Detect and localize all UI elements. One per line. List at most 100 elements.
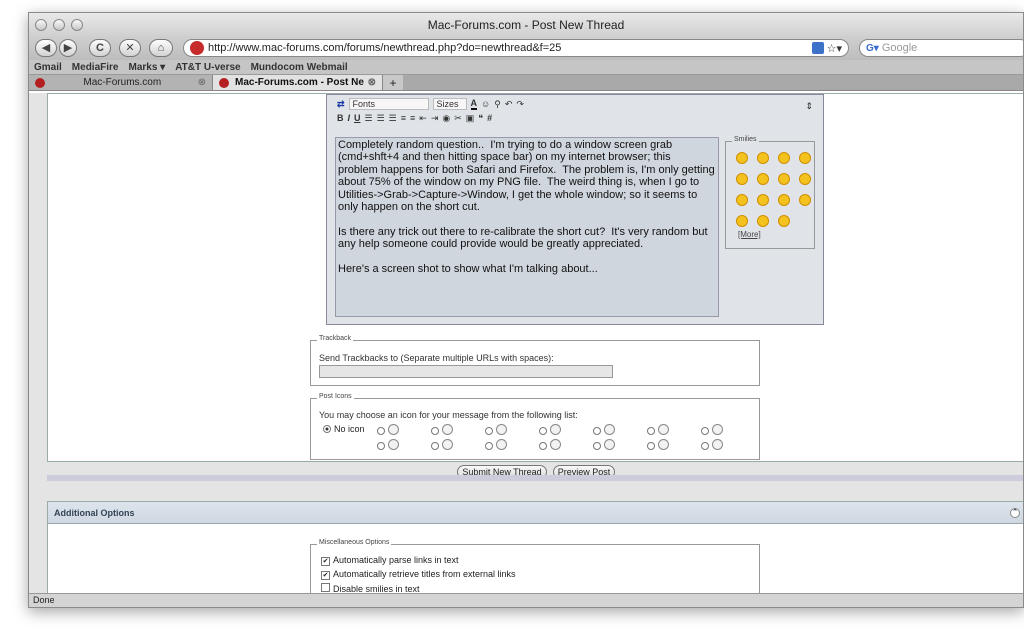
cool-icon[interactable] [778,173,790,185]
mad-icon[interactable] [736,173,748,185]
post-icon-option[interactable] [377,424,399,437]
bookmark-marks[interactable]: Marks ▾ [128,60,165,74]
option-retrieve-titles[interactable]: ✔ Automatically retrieve titles from exte… [321,569,516,580]
bookmark-mundocom-webmail[interactable]: Mundocom Webmail [251,60,348,74]
bookmark-gmail[interactable]: Gmail [34,60,62,74]
post-icon-option[interactable] [593,439,615,452]
indent-icon[interactable]: ⇥ [431,113,439,124]
post-icon-option[interactable] [485,424,507,437]
tab-title: Mac-Forums.com [83,76,162,88]
frown-icon[interactable] [799,152,811,164]
insert-image-icon[interactable]: ▣ [466,113,475,124]
tab-mac-forums[interactable]: Mac-Forums.com ⊗ [29,75,213,90]
confused-icon[interactable] [757,194,769,206]
biggrin-icon[interactable] [778,152,790,164]
document-icon [388,424,399,435]
redface-icon[interactable] [778,194,790,206]
minimize-window-button[interactable] [53,19,65,31]
remove-link-icon[interactable]: ✂ [454,113,462,124]
more-smilies-link[interactable]: [More] [738,230,761,239]
tab-close-icon[interactable]: ⊗ [368,75,376,91]
retrieve-titles-checkbox[interactable]: ✔ [321,571,330,580]
font-select[interactable]: Fonts [348,98,429,110]
address-bar[interactable]: http://www.mac-forums.com/forums/newthre… [183,39,849,57]
post-icon-option[interactable] [539,424,561,437]
smilie-icon[interactable] [799,194,811,206]
post-icon-option[interactable] [377,439,399,452]
text-color-icon[interactable]: A [470,98,478,110]
stop-button[interactable]: ✕ [119,39,141,57]
insert-quote-icon[interactable]: ❝ [478,113,483,124]
align-right-icon[interactable]: ☰ [389,113,397,124]
window-title: Mac-Forums.com - Post New Thread [427,18,625,32]
search-box[interactable]: G▾ Google [859,39,1023,57]
underline-button[interactable]: U [354,113,361,123]
option-parse-links[interactable]: ✔ Automatically parse links in text [321,555,459,566]
eek-icon[interactable] [736,194,748,206]
bookmark-att-uverse[interactable]: AT&T U-verse [175,60,240,74]
parse-links-checkbox[interactable]: ✔ [321,557,330,566]
italic-button[interactable]: I [348,113,351,123]
align-left-icon[interactable]: ☰ [365,113,373,124]
section-divider [47,475,1023,481]
home-button[interactable]: ⌂ [149,39,173,57]
smile-icon[interactable] [736,152,748,164]
laugh-icon[interactable] [736,215,748,227]
insert-smilie-icon[interactable]: ☺ [481,99,490,109]
zoom-window-button[interactable] [71,19,83,31]
post-icon-option[interactable] [593,424,615,437]
search-engine-icon[interactable]: G▾ [866,43,879,54]
shocked-icon[interactable] [757,215,769,227]
smile-face-icon [496,424,507,435]
size-select[interactable]: Sizes [432,98,467,110]
new-tab-button[interactable]: + [383,75,403,90]
disable-smilies-checkbox[interactable] [321,583,330,592]
rolleyes-icon[interactable] [799,173,811,185]
post-icons-fieldset: Post Icons You may choose an icon for yo… [310,393,760,460]
redo-icon[interactable]: ↷ [516,99,524,110]
no-icon-option[interactable]: No icon [323,424,365,434]
ordered-list-icon[interactable]: ≡ [401,113,406,123]
attachment-icon[interactable]: ⚲ [494,99,501,110]
post-icon-option[interactable] [647,424,669,437]
resize-editor-icon[interactable]: ⇕ [805,101,813,112]
window-controls [35,19,83,31]
post-icon-option[interactable] [431,439,453,452]
option-disable-smilies[interactable]: Disable smilies in text [321,583,420,593]
search-input[interactable]: Google [882,42,917,54]
bookmark-mediafire[interactable]: MediaFire [72,60,119,74]
bookmark-star-icon[interactable]: ☆▾ [827,42,842,55]
url-text[interactable]: http://www.mac-forums.com/forums/newthre… [208,42,812,54]
insert-link-icon[interactable]: ◉ [442,113,450,124]
sad-icon[interactable] [778,215,790,227]
rss-feed-icon[interactable] [811,42,824,54]
message-textarea[interactable]: Completely random question.. I'm trying … [335,137,719,317]
trackback-input[interactable] [319,365,613,378]
forward-button[interactable]: ▶ [59,39,77,57]
wrap-code-icon[interactable]: # [487,113,492,123]
bold-button[interactable]: B [337,113,344,123]
collapse-icon[interactable]: ⌃ [1010,508,1020,518]
close-window-button[interactable] [35,19,47,31]
unordered-list-icon[interactable]: ≡ [410,113,415,123]
tab-post-new-thread[interactable]: Mac-Forums.com - Post New T… ⊗ [213,75,383,90]
tongue-icon[interactable] [757,173,769,185]
tab-close-icon[interactable]: ⊗ [198,75,206,91]
back-button[interactable]: ◀ [35,39,57,57]
switch-mode-icon[interactable]: ⇄ [337,99,345,110]
post-icon-option[interactable] [701,424,723,437]
sad-face-icon [658,424,669,435]
align-center-icon[interactable]: ☰ [377,113,385,124]
reload-button[interactable]: C [89,39,111,57]
apple-favicon-icon [35,77,45,88]
post-icon-option[interactable] [647,439,669,452]
post-icon-option[interactable] [431,424,453,437]
post-icon-option[interactable] [539,439,561,452]
smilies-grid [736,152,811,227]
post-icon-option[interactable] [701,439,723,452]
no-icon-radio[interactable] [323,425,331,433]
undo-icon[interactable]: ↶ [505,99,513,110]
outdent-icon[interactable]: ⇤ [419,113,427,124]
wink-icon[interactable] [757,152,769,164]
post-icon-option[interactable] [485,439,507,452]
